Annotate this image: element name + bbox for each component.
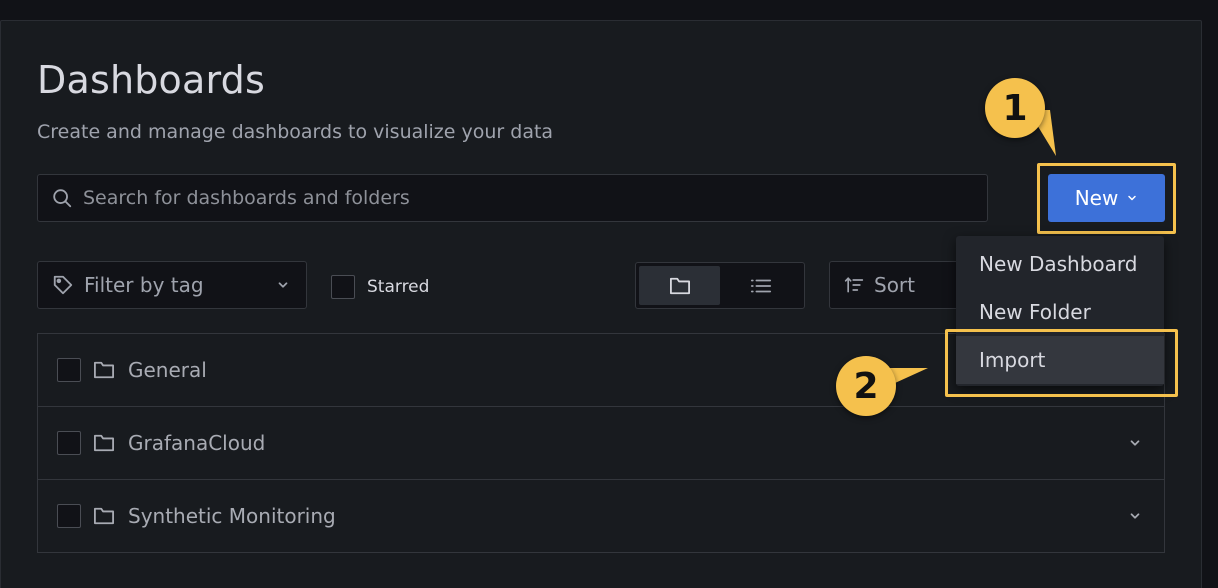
page-subtitle: Create and manage dashboards to visualiz… — [37, 121, 554, 143]
search-box[interactable] — [37, 174, 988, 222]
callout-step-2: 2 — [836, 356, 896, 416]
folder-row-synthetic-monitoring[interactable]: Synthetic Monitoring — [38, 480, 1164, 552]
new-button[interactable]: New — [1048, 174, 1165, 222]
callout-step-2-label: 2 — [853, 365, 879, 407]
starred-checkbox[interactable] — [331, 275, 355, 299]
starred-filter[interactable]: Starred — [331, 275, 429, 299]
folder-icon — [94, 507, 114, 525]
chevron-down-icon[interactable] — [1128, 436, 1142, 450]
folder-checkbox[interactable] — [57, 431, 81, 455]
chevron-down-icon[interactable] — [1128, 509, 1142, 523]
view-mode-toggle — [635, 262, 805, 309]
folder-icon — [94, 361, 114, 379]
folder-name: General — [128, 358, 207, 382]
tag-filter[interactable]: Filter by tag — [37, 261, 307, 309]
sort-label: Sort — [874, 273, 915, 297]
sort-icon — [844, 277, 864, 293]
list-icon — [750, 279, 771, 292]
list-view-button[interactable] — [720, 266, 801, 305]
starred-label: Starred — [367, 277, 430, 297]
folder-icon — [669, 277, 690, 294]
folder-checkbox[interactable] — [57, 504, 81, 528]
new-button-label: New — [1074, 186, 1119, 210]
tag-filter-placeholder: Filter by tag — [84, 273, 204, 297]
folder-checkbox[interactable] — [57, 358, 81, 382]
folder-icon — [94, 434, 114, 452]
folder-view-button[interactable] — [639, 266, 720, 305]
page-title: Dashboards — [37, 58, 265, 102]
folder-name: Synthetic Monitoring — [128, 504, 336, 528]
search-input[interactable] — [83, 175, 987, 221]
sort-select[interactable]: Sort — [829, 261, 969, 309]
menu-item-new-dashboard[interactable]: New Dashboard — [956, 240, 1164, 288]
chevron-down-icon — [278, 282, 288, 288]
import-highlight — [945, 329, 1178, 397]
chevron-down-icon — [1128, 195, 1137, 201]
search-icon — [53, 189, 72, 208]
folder-name: GrafanaCloud — [128, 431, 266, 455]
callout-step-1: 1 — [985, 78, 1045, 138]
tag-icon — [53, 275, 73, 295]
callout-step-1-label: 1 — [1002, 87, 1028, 129]
folder-row-grafanacloud[interactable]: GrafanaCloud — [38, 407, 1164, 480]
